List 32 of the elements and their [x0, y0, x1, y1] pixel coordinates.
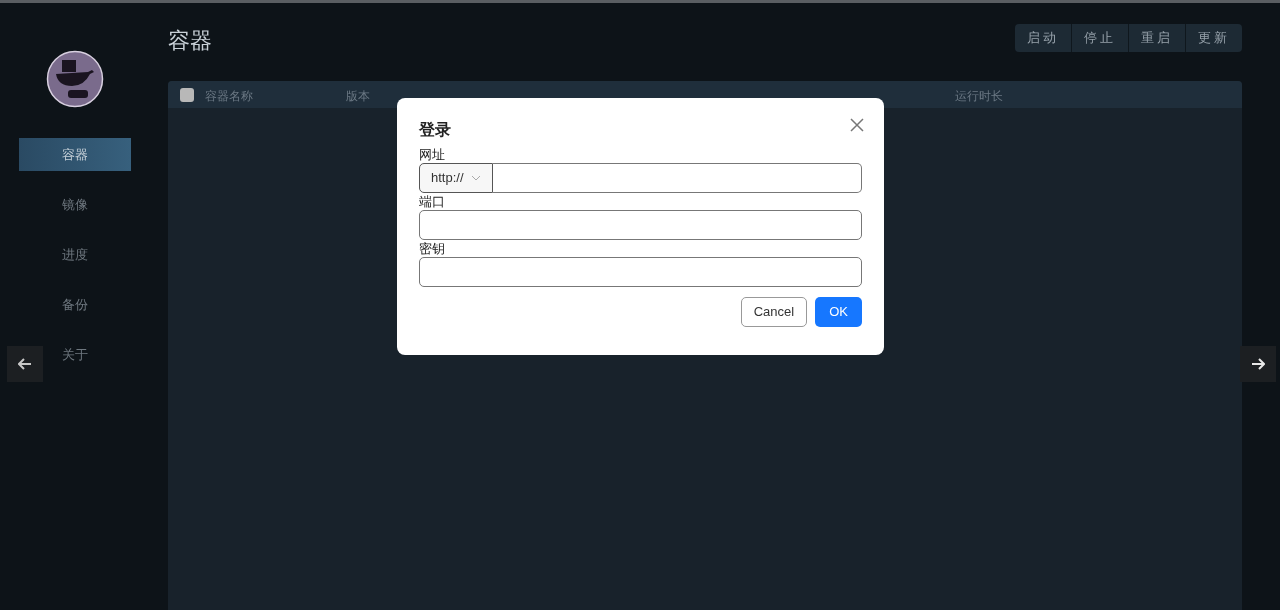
- column-header: 版本: [346, 88, 370, 105]
- close-icon: [850, 118, 864, 132]
- back-button[interactable]: [7, 346, 43, 382]
- nav-item[interactable]: 镜像: [62, 188, 88, 221]
- column-header: 容器名称: [205, 88, 253, 105]
- close-button[interactable]: [848, 116, 866, 134]
- input-field[interactable]: [419, 257, 862, 287]
- select-all-checkbox[interactable]: [180, 88, 194, 102]
- page-title: 容器: [168, 26, 212, 55]
- field-label: 密钥: [419, 240, 446, 257]
- whale-logo: [46, 50, 104, 108]
- ok-button[interactable]: OK: [815, 297, 862, 327]
- forward-button[interactable]: [1240, 346, 1276, 382]
- chevron-down-icon: [470, 175, 481, 181]
- protocol-select[interactable]: http://: [419, 163, 493, 193]
- input-field[interactable]: [419, 210, 862, 240]
- column-header: 运行时长: [955, 88, 1003, 105]
- url-input[interactable]: [492, 163, 862, 193]
- nav-item[interactable]: 备份: [62, 288, 88, 321]
- field-label: 端口: [419, 193, 446, 210]
- nav-item[interactable]: 进度: [62, 238, 88, 271]
- toolbar-button[interactable]: 重启: [1128, 24, 1185, 52]
- dialog-title: 登录: [419, 120, 451, 140]
- nav-item[interactable]: 容器: [19, 138, 131, 171]
- toolbar-button[interactable]: 停止: [1071, 24, 1128, 52]
- toolbar-button[interactable]: 启动: [1015, 24, 1071, 52]
- cancel-button[interactable]: Cancel: [740, 297, 808, 327]
- arrow-right-icon: [1251, 358, 1265, 370]
- field-label: 网址: [419, 146, 446, 163]
- toolbar-button[interactable]: 更新: [1185, 24, 1242, 52]
- arrow-left-icon: [18, 358, 32, 370]
- nav-item[interactable]: 关于: [62, 338, 88, 371]
